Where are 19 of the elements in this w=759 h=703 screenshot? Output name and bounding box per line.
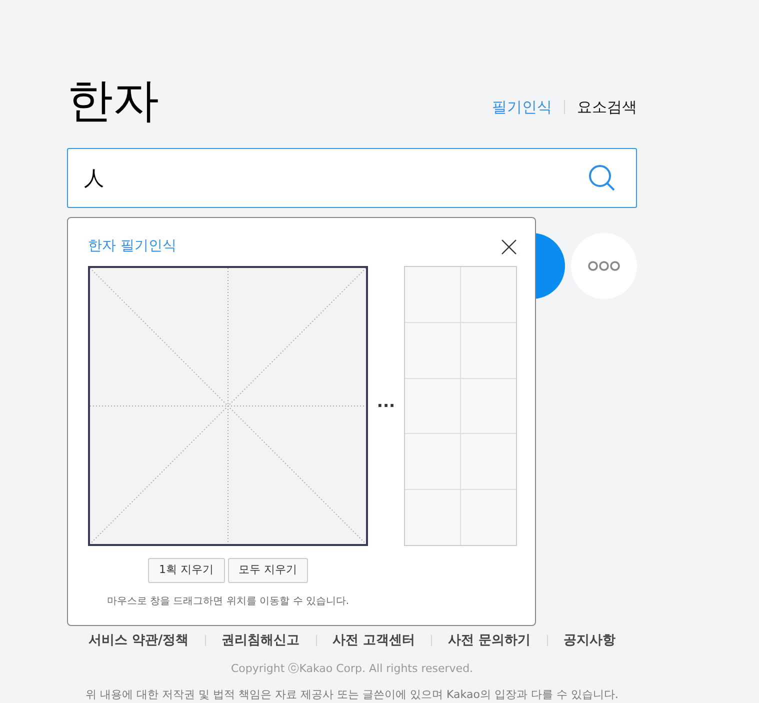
drag-hint: 마우스로 창을 드래그하면 위치를 이동할 수 있습니다. bbox=[106, 595, 350, 609]
close-icon[interactable] bbox=[501, 238, 517, 254]
disclaimer-text: 위 내용에 대한 저작권 및 법적 책임은 자료 제공사 또는 글쓴이에 있으며 Kakao의 입장과 다를 수 있습니다. bbox=[84, 687, 620, 703]
footer-link[interactable]: 권리침해신고 bbox=[222, 631, 300, 650]
panel-title: 한자 필기인식 bbox=[88, 237, 176, 256]
erase-button[interactable]: 1획 지우기 bbox=[148, 558, 224, 583]
search-value: 人 bbox=[84, 165, 104, 192]
footer-link[interactable]: 사전 고객센터 bbox=[332, 631, 416, 650]
copyright-text: Copyright ⓒKakao Corp. All rights reserved. bbox=[230, 660, 474, 676]
erase-button[interactable]: 모두 지우기 bbox=[228, 558, 308, 583]
search-field[interactable]: 人 bbox=[67, 148, 637, 208]
mode-tab[interactable]: 요소검색 bbox=[577, 96, 637, 118]
more-candidates[interactable]: ··· bbox=[368, 394, 404, 418]
footer-link[interactable]: 서비스 약관/정책 bbox=[88, 631, 189, 650]
more-icon bbox=[588, 261, 620, 271]
footer-link[interactable]: 사전 문의하기 bbox=[448, 631, 531, 650]
page-title: 한자 bbox=[67, 72, 159, 128]
footer-link[interactable]: 공지사항 bbox=[564, 631, 616, 650]
search-icon[interactable] bbox=[588, 164, 616, 192]
